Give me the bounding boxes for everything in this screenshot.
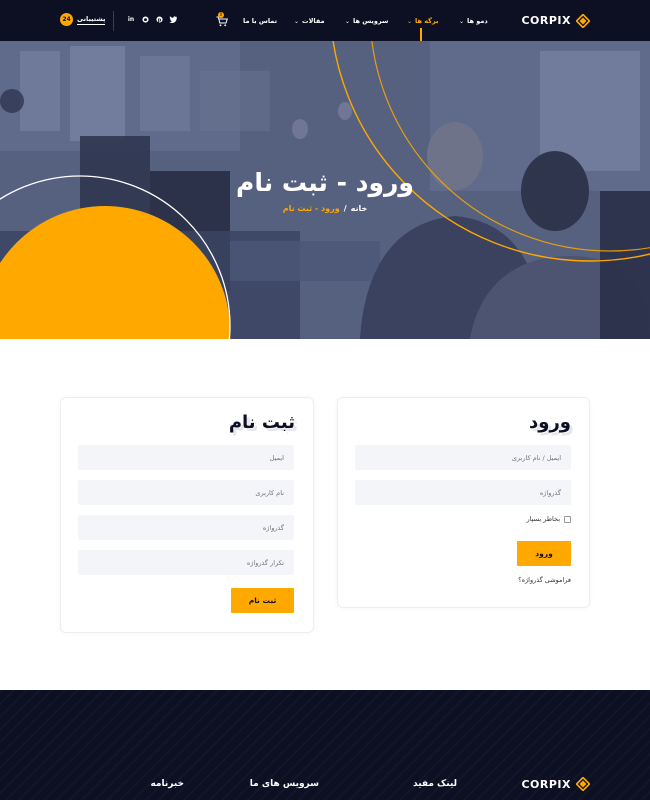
linkedin-icon[interactable]: in [127, 15, 135, 23]
chevron-down-icon: ⌄ [294, 17, 300, 25]
active-nav-indicator [420, 28, 422, 41]
register-title: ثبت نام [228, 412, 295, 433]
support-link[interactable]: 24 پشتیبانی [60, 13, 106, 26]
login-button[interactable]: ورود [517, 541, 571, 566]
register-password-field[interactable] [78, 515, 294, 540]
breadcrumb-home[interactable]: خانه [351, 204, 368, 213]
register-card: ثبت نام ثبت نام [60, 397, 314, 633]
chevron-down-icon: ⌄ [345, 17, 351, 25]
logo-icon [576, 13, 590, 28]
nav-item-services[interactable]: سرویس ها ⌄ [345, 14, 388, 28]
footer-logo[interactable]: CORPIX [521, 777, 590, 791]
support-24-icon: 24 [60, 13, 73, 26]
cart-button[interactable]: 0 [214, 12, 228, 27]
nav-item-pages[interactable]: برگه ها ⌄ [407, 14, 438, 28]
login-title: ورود [529, 412, 571, 433]
cart-count-badge: 0 [218, 12, 224, 18]
remember-checkbox[interactable] [564, 515, 571, 523]
page-title: ورود - ثبت نام [236, 168, 414, 197]
forgot-password-link[interactable]: فراموشی گذرواژه؟ [518, 576, 571, 584]
register-button[interactable]: ثبت نام [231, 588, 294, 613]
support-label: پشتیبانی [77, 14, 106, 25]
svg-text:p: p [157, 18, 161, 23]
twitter-icon[interactable] [169, 15, 177, 23]
nav-label: دمو ها [467, 17, 488, 25]
site-logo[interactable]: CORPIX [521, 12, 590, 29]
nav-label: سرویس ها [353, 17, 389, 25]
footer-logo-text: CORPIX [521, 777, 571, 791]
site-header: CORPIX دمو ها ⌄ برگه ها ⌄ سرویس ها ⌄ مقا… [0, 0, 650, 41]
remember-me[interactable]: بخاطر بسپار [526, 515, 571, 523]
register-username-field[interactable] [78, 480, 294, 505]
nav-item-articles[interactable]: مقالات ⌄ [294, 14, 325, 28]
footer-heading-newsletter: خبرنامه [150, 779, 184, 789]
breadcrumb-separator: / [343, 204, 347, 213]
chevron-down-icon: ⌄ [459, 17, 465, 25]
breadcrumb-current: ورود - ثبت نام [282, 204, 340, 213]
remember-label: بخاطر بسپار [526, 515, 561, 523]
nav-label: تماس با ما [243, 17, 278, 25]
logo-icon [576, 777, 590, 791]
social-links: in p [127, 15, 177, 23]
chevron-down-icon: ⌄ [407, 17, 413, 25]
login-username-field[interactable] [355, 445, 571, 470]
footer-heading-services: سرویس های ما [249, 779, 319, 789]
github-icon[interactable] [141, 15, 149, 23]
nav-item-demos[interactable]: دمو ها ⌄ [459, 14, 488, 28]
nav-item-contact[interactable]: تماس با ما [243, 14, 277, 28]
register-email-field[interactable] [78, 445, 294, 470]
pinterest-icon[interactable]: p [155, 15, 163, 23]
register-confirm-password-field[interactable] [78, 550, 294, 575]
nav-label: برگه ها [415, 17, 439, 25]
footer-heading-links: لینک مفید [413, 779, 457, 789]
header-divider [113, 11, 114, 31]
site-footer: CORPIX لینک مفید سرویس های ما خبرنامه [0, 690, 650, 800]
logo-text: CORPIX [521, 14, 571, 27]
login-password-field[interactable] [355, 480, 571, 505]
login-card: ورود بخاطر بسپار ورود فراموشی گذرواژه؟ [337, 397, 590, 608]
breadcrumb: خانه /ورود - ثبت نام [0, 204, 650, 213]
page-hero: ورود - ثبت نام خانه/ورود - ثبت نام [0, 41, 650, 339]
nav-label: مقالات [302, 17, 325, 25]
